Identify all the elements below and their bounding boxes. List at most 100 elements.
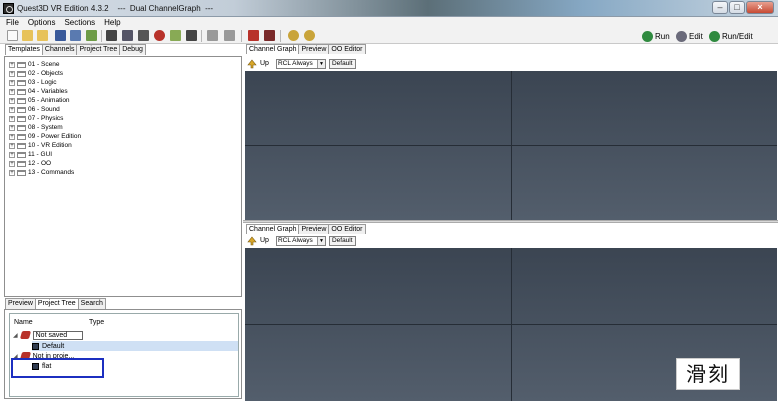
run-edit-icon (709, 30, 720, 42)
edit-button[interactable]: Edit (676, 29, 703, 43)
tab-debug[interactable]: Debug (119, 44, 146, 55)
column-name-header[interactable]: Name (14, 319, 33, 326)
expand-icon[interactable]: + (9, 115, 15, 122)
up-label[interactable]: Up (260, 237, 269, 244)
expand-icon[interactable]: + (9, 61, 15, 68)
minimize-button[interactable]: – (712, 1, 728, 14)
list-item-selected[interactable]: Default (32, 341, 238, 351)
channel-icon[interactable] (106, 30, 117, 41)
tab-preview-graph[interactable]: Preview (298, 224, 330, 234)
menu-help[interactable]: Help (104, 18, 120, 27)
link-icon[interactable] (138, 30, 149, 41)
expand-icon[interactable]: + (9, 169, 15, 176)
import-icon[interactable] (86, 30, 97, 41)
grid-icon[interactable] (186, 30, 197, 41)
tree-item-label: 03 - Logic (28, 79, 57, 86)
template-icon[interactable] (122, 30, 133, 41)
tab-oo-editor[interactable]: OO Editor (328, 44, 366, 54)
save-icon[interactable] (55, 30, 66, 41)
tab-channels[interactable]: Channels (41, 44, 78, 55)
expand-icon[interactable]: + (9, 151, 15, 158)
tree-item-label: 10 - VR Edition (28, 142, 72, 149)
open-recent-icon[interactable] (37, 30, 48, 41)
expand-icon[interactable]: + (9, 70, 15, 77)
folder-icon (17, 88, 26, 95)
tree-item-label: 01 - Scene (28, 61, 60, 68)
left-tab-strip: Templates Channels Project Tree Debug (5, 44, 146, 55)
expand-icon[interactable]: + (9, 124, 15, 131)
upper-pane-tabs: Channel Graph Preview OO Editor (246, 44, 366, 54)
expand-icon[interactable]: + (9, 133, 15, 140)
tree-item-label: 12 - OO (28, 160, 52, 167)
tree-item[interactable]: +02 - Objects (9, 69, 63, 78)
up-arrow-icon[interactable] (247, 236, 257, 246)
tab-search[interactable]: Search (77, 298, 106, 309)
rcl-dropdown[interactable]: RCL Always ▼ (275, 235, 326, 246)
tab-channel-graph[interactable]: Channel Graph (246, 224, 300, 234)
tab-preview[interactable]: Preview (5, 298, 36, 309)
folder-icon (17, 142, 26, 149)
expand-icon[interactable]: + (9, 79, 15, 86)
default-button[interactable]: Default (328, 235, 356, 246)
tree-item[interactable]: +05 - Animation (9, 96, 70, 105)
undo-icon[interactable] (207, 30, 218, 41)
rename-field[interactable]: Not saved (32, 330, 83, 340)
menu-sections[interactable]: Sections (64, 18, 95, 27)
tab-templates[interactable]: Templates (5, 44, 43, 55)
up-arrow-icon[interactable] (247, 59, 257, 69)
menu-options[interactable]: Options (28, 18, 56, 27)
expand-icon[interactable]: + (9, 142, 15, 149)
tree-item[interactable]: +06 - Sound (9, 105, 60, 114)
default-button[interactable]: Default (328, 58, 356, 69)
expand-icon[interactable]: + (9, 88, 15, 95)
zoom-in-icon[interactable] (288, 30, 299, 41)
new-icon[interactable] (7, 30, 18, 41)
list-item[interactable]: ◢ Not saved (13, 330, 83, 340)
expand-icon[interactable]: + (9, 97, 15, 104)
run-icon (642, 30, 653, 42)
tab-oo-editor[interactable]: OO Editor (328, 224, 366, 234)
tree-item[interactable]: +07 - Physics (9, 114, 63, 123)
tab-preview-graph[interactable]: Preview (298, 44, 330, 54)
up-label[interactable]: Up (260, 60, 269, 67)
tree-item[interactable]: +10 - VR Edition (9, 141, 72, 150)
zoom-out-icon[interactable] (304, 30, 315, 41)
run-label: Run (655, 31, 670, 41)
project-icon (19, 331, 31, 339)
tree-item[interactable]: +12 - OO (9, 159, 51, 168)
record-icon[interactable] (154, 30, 165, 41)
upper-channel-graph[interactable] (245, 71, 777, 220)
tab-channel-graph[interactable]: Channel Graph (246, 44, 300, 54)
expand-icon[interactable]: + (9, 160, 15, 167)
tree-item[interactable]: +09 - Power Edition (9, 132, 81, 141)
pane-splitter[interactable] (243, 220, 778, 223)
tree-item-label: 09 - Power Edition (28, 133, 82, 140)
title-bar: Quest3D VR Edition 4.3.2 --- Dual Channe… (0, 0, 778, 17)
rcl-dropdown[interactable]: RCL Always ▼ (275, 58, 326, 69)
tab-project-tree[interactable]: Project Tree (76, 44, 121, 55)
expand-icon[interactable]: + (9, 106, 15, 113)
redo-icon[interactable] (224, 30, 235, 41)
maximize-button[interactable]: □ (729, 1, 745, 14)
close-button[interactable]: × (746, 1, 774, 14)
tree-item[interactable]: +11 - GUI (9, 150, 52, 159)
run-button[interactable]: Run (642, 29, 670, 43)
tree-item[interactable]: +13 - Commands (9, 168, 74, 177)
graph-icon[interactable] (170, 30, 181, 41)
column-type-header[interactable]: Type (89, 319, 104, 326)
tab-project-tree-lower[interactable]: Project Tree (34, 298, 79, 309)
menu-file[interactable]: File (6, 18, 19, 27)
menu-bar: File Options Sections Help (0, 17, 778, 28)
share-icon[interactable] (264, 30, 275, 41)
tree-item[interactable]: +04 - Variables (9, 87, 68, 96)
tree-item[interactable]: +01 - Scene (9, 60, 59, 69)
expand-arrow-icon[interactable]: ◢ (13, 332, 18, 339)
folder-icon (17, 133, 26, 140)
save-as-icon[interactable] (70, 30, 81, 41)
tree-item[interactable]: +03 - Logic (9, 78, 57, 87)
network-icon[interactable] (248, 30, 259, 41)
open-icon[interactable] (22, 30, 33, 41)
tree-item[interactable]: +08 - System (9, 123, 63, 132)
project-tree-panel: Name Type ◢ Not saved Default ◢ Not in p… (4, 309, 242, 399)
run-edit-button[interactable]: Run/Edit (709, 29, 753, 43)
